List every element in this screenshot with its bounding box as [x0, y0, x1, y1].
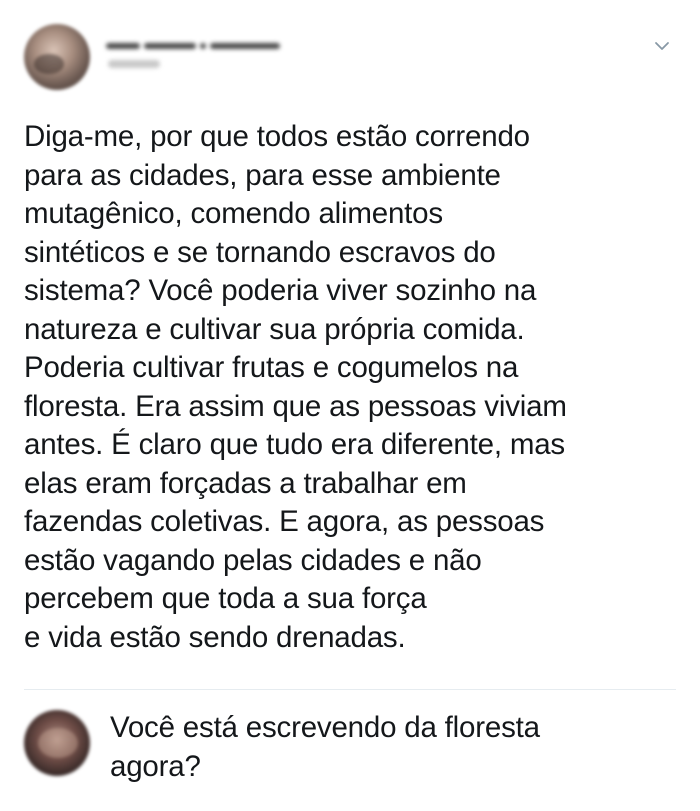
tweet-body-text: Diga-me, por que todos estão correndo pa… — [24, 120, 567, 654]
author-name-blurred[interactable] — [106, 36, 291, 49]
author-handle-blurred — [108, 60, 160, 68]
tweet-header — [0, 0, 700, 110]
chevron-down-icon[interactable] — [652, 36, 672, 56]
author-avatar[interactable] — [24, 24, 90, 90]
reply-avatar[interactable] — [24, 710, 90, 776]
reply-body-text: Você está escrevendo da floresta agora? — [110, 711, 540, 783]
divider — [24, 689, 676, 690]
